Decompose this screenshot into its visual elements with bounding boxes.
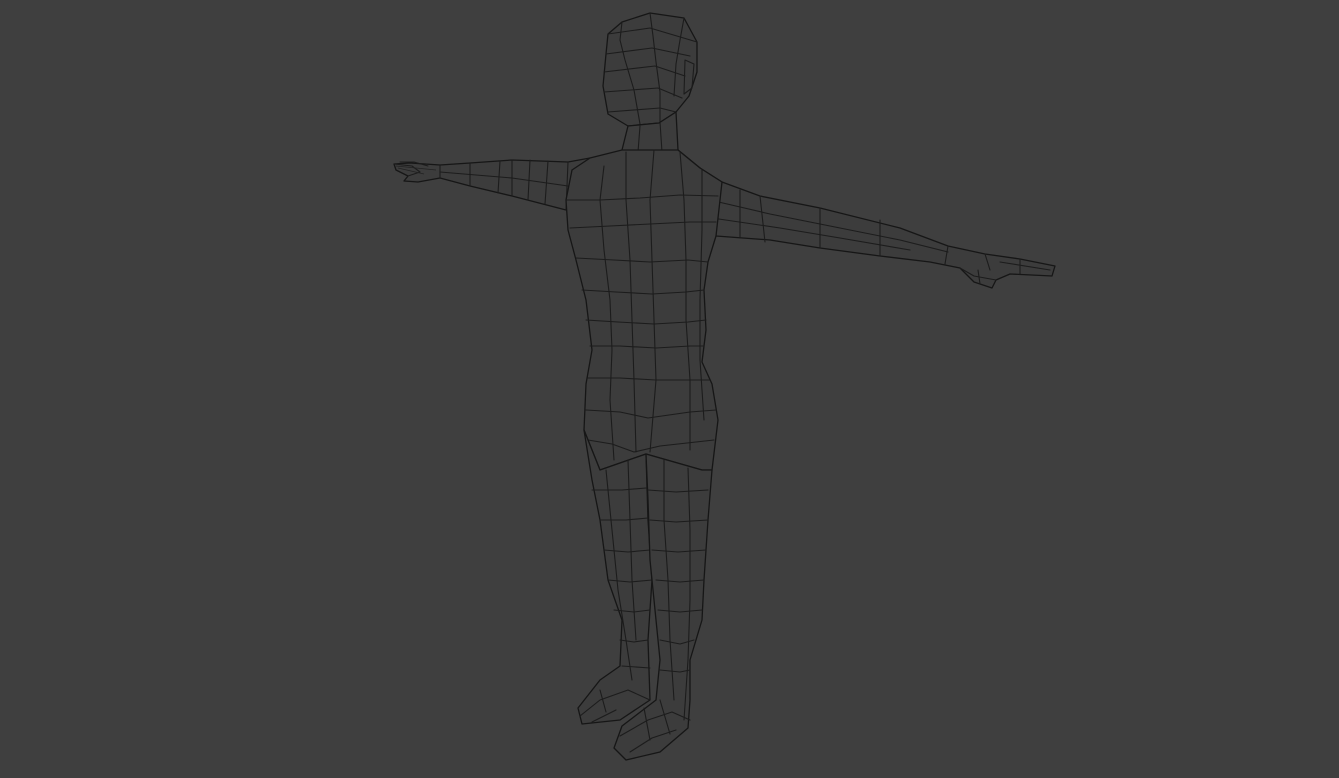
torso: [565, 149, 723, 471]
character-wireframe-mesh[interactable]: [0, 0, 1339, 778]
left-leg: [577, 429, 653, 725]
right-arm: [699, 167, 1056, 289]
left-arm: [393, 157, 591, 211]
head: [602, 12, 698, 127]
3d-viewport[interactable]: [0, 0, 1339, 778]
